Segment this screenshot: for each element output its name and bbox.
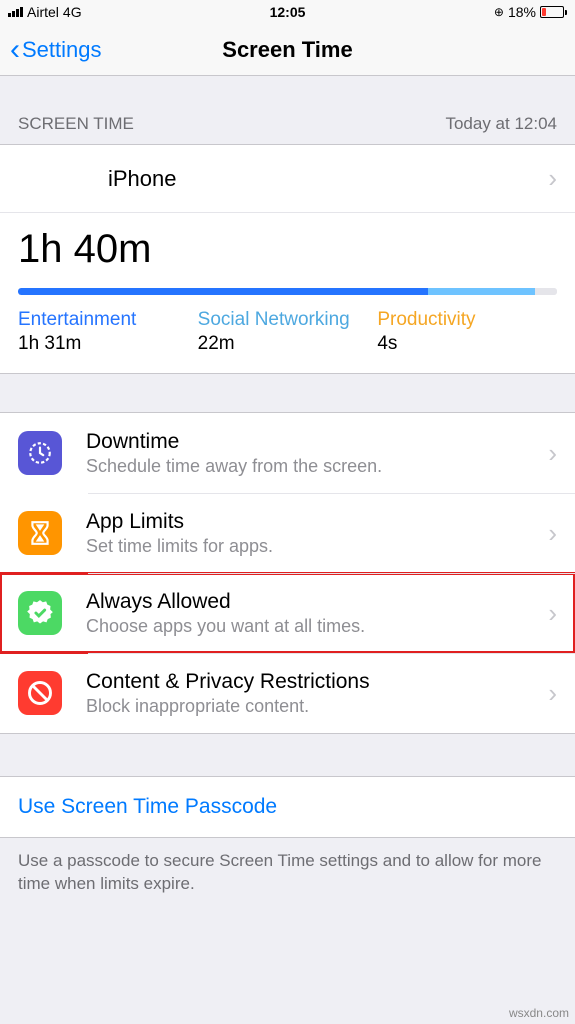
status-time: 12:05 [270, 4, 306, 20]
categories-row: Entertainment 1h 31m Social Networking 2… [0, 309, 575, 373]
checkmark-badge-icon [18, 591, 62, 635]
usage-bar [18, 288, 557, 295]
item-title: Content & Privacy Restrictions [86, 670, 548, 694]
nav-bar: ‹ Settings Screen Time [0, 24, 575, 76]
item-subtitle: Set time limits for apps. [86, 536, 548, 557]
item-subtitle: Choose apps you want at all times. [86, 616, 548, 637]
item-subtitle: Block inappropriate content. [86, 696, 548, 717]
downtime-row[interactable]: Downtime Schedule time away from the scr… [0, 413, 575, 493]
page-title: Screen Time [222, 37, 352, 63]
device-name: iPhone [108, 166, 177, 192]
content-privacy-row[interactable]: Content & Privacy Restrictions Block ina… [0, 653, 575, 733]
item-subtitle: Schedule time away from the screen. [86, 456, 548, 477]
status-bar: Airtel 4G 12:05 ⊕ 18% [0, 0, 575, 24]
status-right: ⊕ 18% [494, 4, 567, 20]
always-allowed-row[interactable]: Always Allowed Choose apps you want at a… [0, 573, 575, 653]
summary-header: SCREEN TIME Today at 12:04 [0, 76, 575, 144]
category-time: 4s [377, 333, 557, 355]
category-time: 1h 31m [18, 333, 198, 355]
category-name: Social Networking [198, 309, 378, 331]
battery-icon [540, 6, 567, 18]
category-productivity: Productivity 4s [377, 309, 557, 355]
chevron-right-icon: › [548, 518, 557, 549]
chevron-right-icon: › [548, 678, 557, 709]
watermark: wsxdn.com [509, 1006, 569, 1020]
summary-card: iPhone › 1h 40m Entertainment 1h 31m Soc… [0, 144, 575, 374]
total-time: 1h 40m [0, 213, 575, 282]
category-name: Entertainment [18, 309, 198, 331]
item-title: Downtime [86, 430, 548, 454]
carrier-label: Airtel [27, 4, 59, 20]
no-entry-icon [18, 671, 62, 715]
network-label: 4G [63, 4, 82, 20]
hourglass-icon [18, 511, 62, 555]
category-name: Productivity [377, 309, 557, 331]
battery-percent: 18% [508, 4, 536, 20]
summary-header-left: SCREEN TIME [18, 114, 134, 134]
orientation-lock-icon: ⊕ [494, 5, 504, 19]
item-title: App Limits [86, 510, 548, 534]
device-row[interactable]: iPhone › [0, 145, 575, 213]
passcode-footer: Use a passcode to secure Screen Time set… [0, 838, 575, 908]
summary-header-right: Today at 12:04 [445, 114, 557, 134]
status-left: Airtel 4G [8, 4, 82, 20]
category-social: Social Networking 22m [198, 309, 378, 355]
passcode-section: Use Screen Time Passcode [0, 776, 575, 838]
chevron-right-icon: › [548, 163, 557, 194]
app-limits-row[interactable]: App Limits Set time limits for apps. › [0, 493, 575, 573]
signal-icon [8, 7, 23, 17]
category-time: 22m [198, 333, 378, 355]
chevron-left-icon: ‹ [10, 35, 20, 65]
item-title: Always Allowed [86, 590, 548, 614]
category-entertainment: Entertainment 1h 31m [18, 309, 198, 355]
back-button[interactable]: ‹ Settings [10, 35, 102, 65]
chevron-right-icon: › [548, 598, 557, 629]
downtime-icon [18, 431, 62, 475]
chevron-right-icon: › [548, 438, 557, 469]
options-list: Downtime Schedule time away from the scr… [0, 412, 575, 734]
use-passcode-button[interactable]: Use Screen Time Passcode [0, 777, 575, 837]
back-label: Settings [22, 37, 102, 63]
